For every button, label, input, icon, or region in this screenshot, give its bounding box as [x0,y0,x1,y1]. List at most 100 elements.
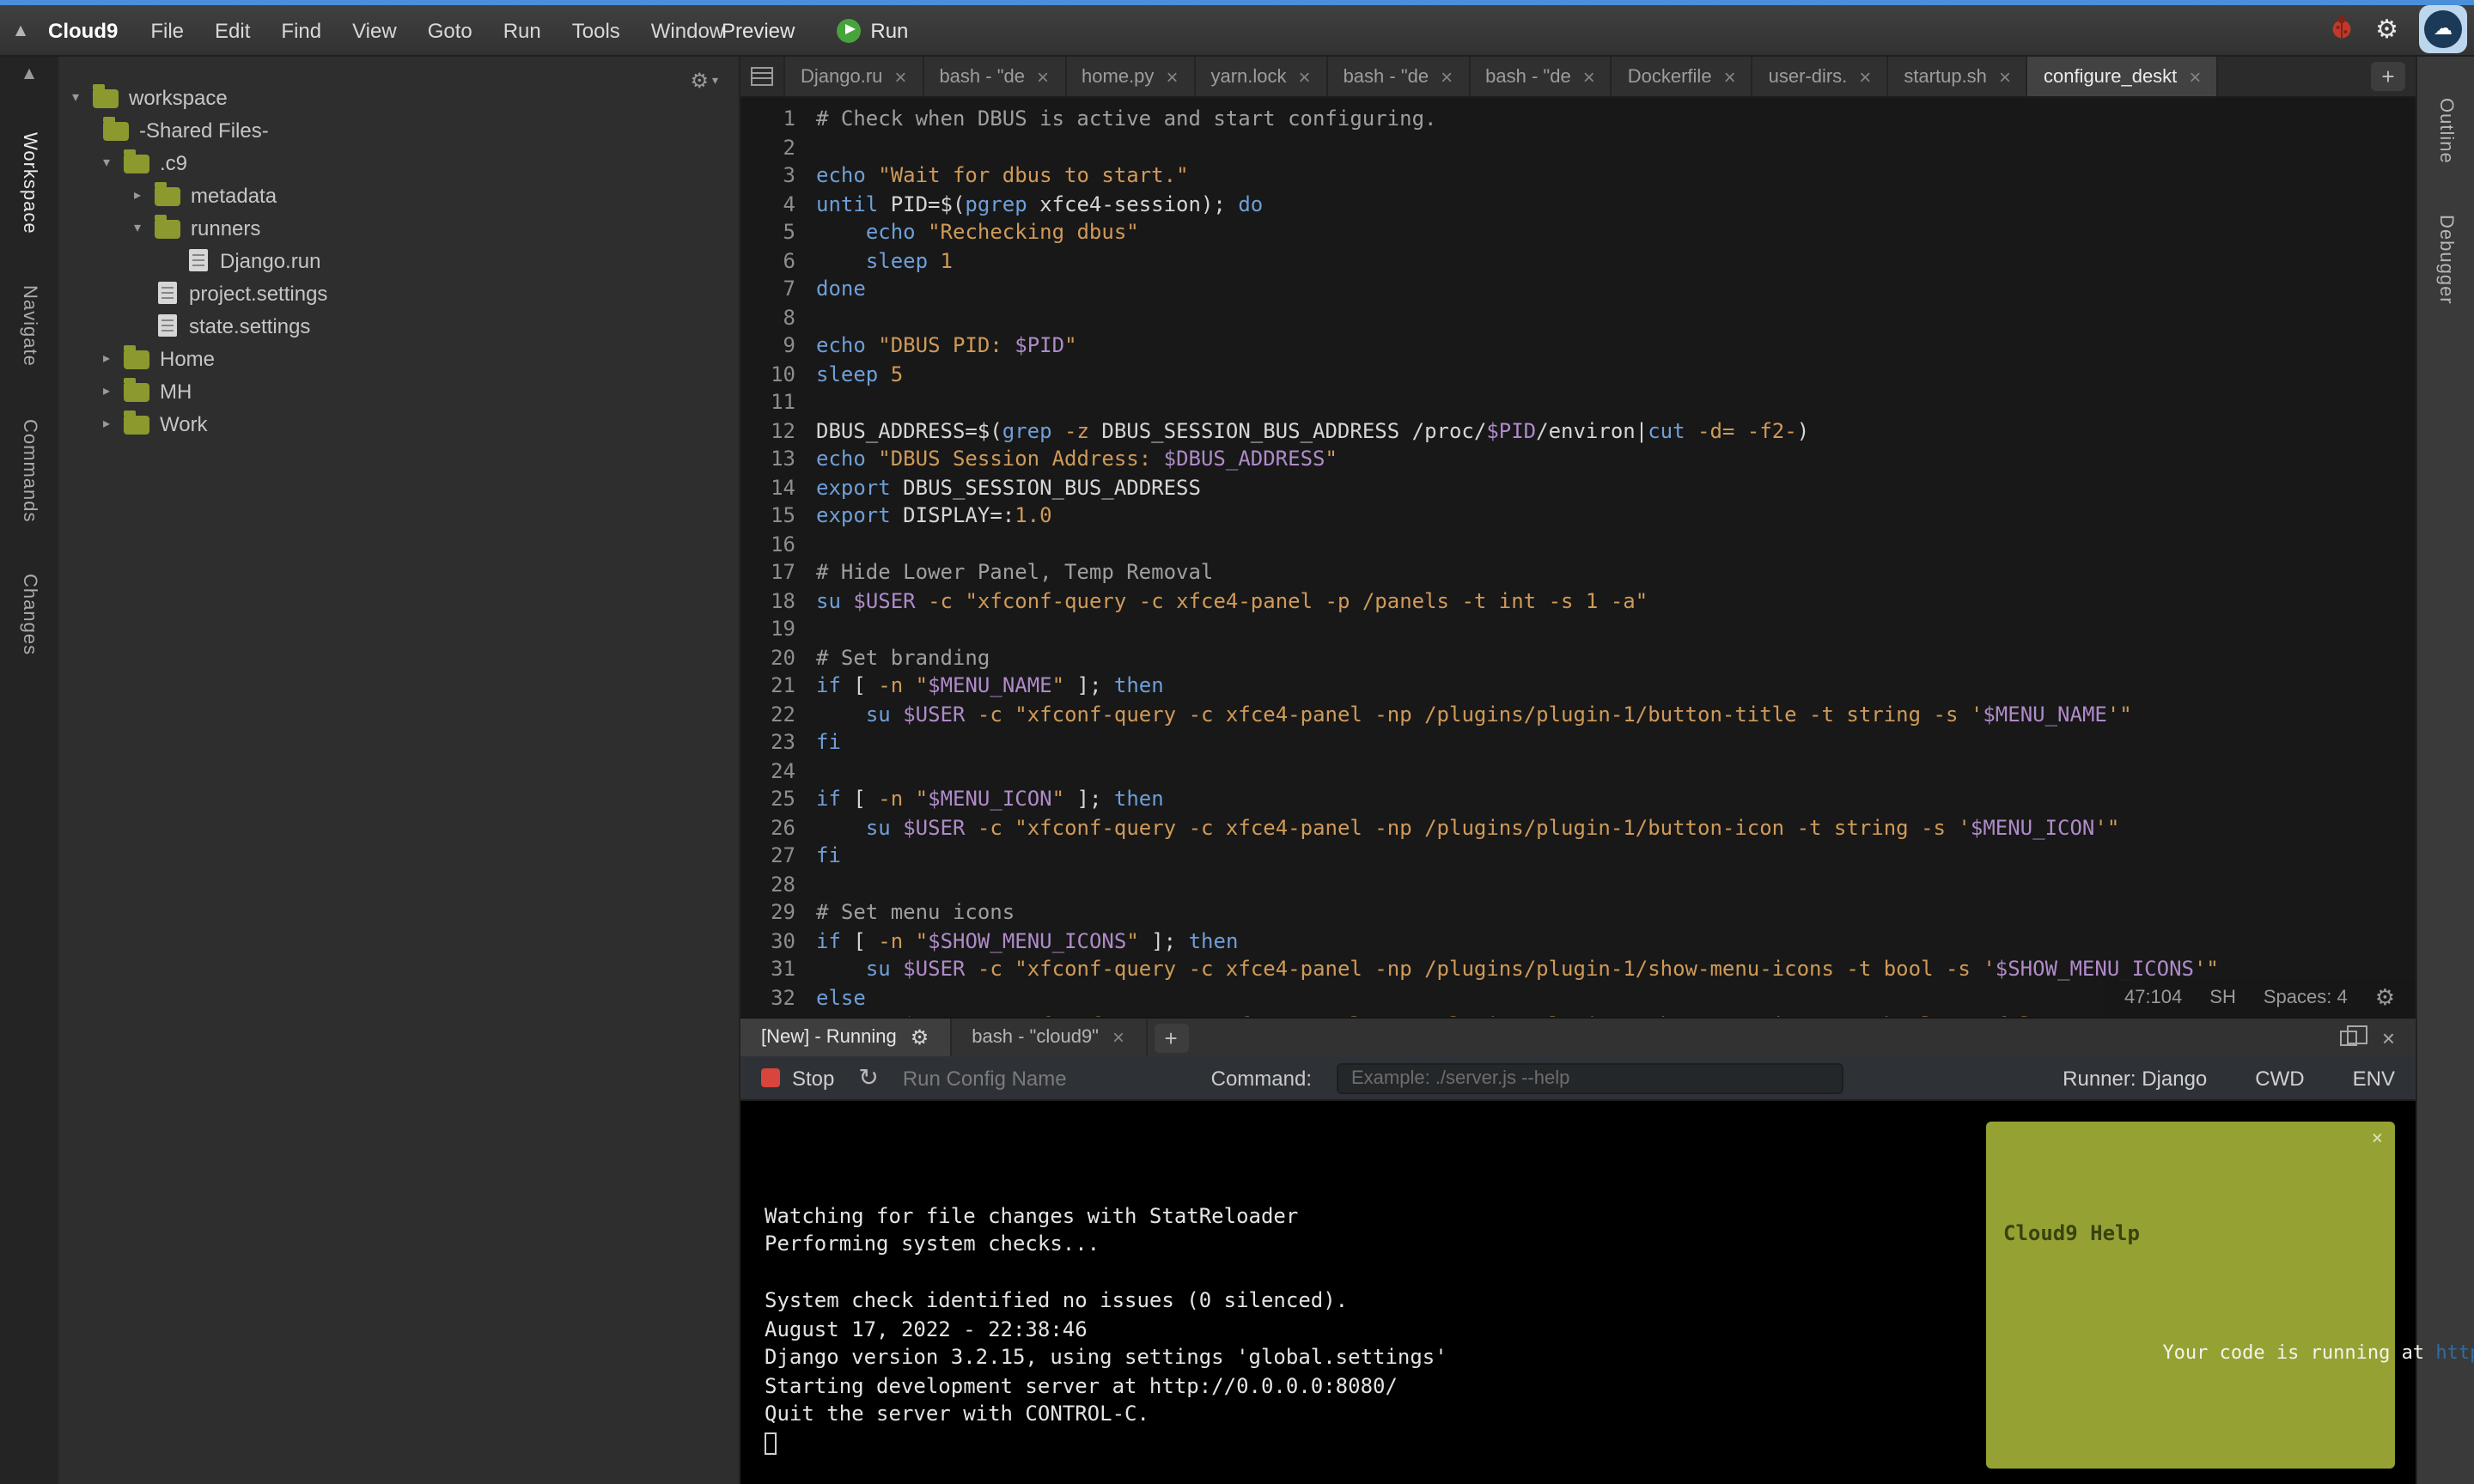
tree-item-project-settings[interactable]: project.settings [58,277,739,309]
editor-tab-bash-de[interactable]: bash - "de× [923,57,1066,96]
tree-item-runners[interactable]: ▾runners [58,211,739,244]
close-tab-icon[interactable]: × [1166,66,1178,87]
line-number: 8 [740,303,816,331]
new-console-tab-button[interactable]: + [1154,1023,1188,1052]
tree-item-mh[interactable]: ▸MH [58,374,739,407]
code-editor[interactable]: 1# Check when DBUS is active and start c… [740,98,2416,1017]
run-button[interactable]: Run [836,18,908,42]
close-tab-icon[interactable]: × [1299,66,1311,87]
env-button[interactable]: ENV [2353,1066,2395,1090]
editor-tab-django-ru[interactable]: Django.ru× [785,57,923,96]
terminal-cursor [765,1432,777,1454]
restart-icon[interactable]: ↻ [858,1064,878,1092]
rail-item-navigate[interactable]: Navigate [19,286,40,368]
menu-file[interactable]: File [135,5,199,55]
stop-button[interactable]: Stop [761,1066,834,1090]
syntax-mode[interactable]: SH [2209,988,2236,1008]
tree-item-c9[interactable]: ▾.c9 [58,146,739,179]
close-tab-icon[interactable]: × [1112,1027,1124,1048]
status-gear-icon[interactable]: ⚙ [2375,985,2395,1011]
rail-item-changes[interactable]: Changes [19,574,40,655]
close-tab-icon[interactable]: × [1441,66,1453,87]
line-number: 13 [740,445,816,473]
editor-tab-yarn-lock[interactable]: yarn.lock × [1195,57,1327,96]
notification-link[interactable]: https://undefined [2435,1341,2474,1363]
console-tab-label: bash - "cloud9" [972,1027,1099,1048]
collab-bug-icon[interactable] [2327,13,2355,44]
line-number: 33 [740,1012,816,1017]
close-tab-icon[interactable]: × [1724,66,1736,87]
chevron-down-icon[interactable]: ▾ [134,220,155,235]
run-label: Run [870,18,908,42]
editor-tab-startup-sh[interactable]: startup.sh× [1888,57,2028,96]
code-text: sleep 1 [816,246,953,275]
editor-tab-home-py[interactable]: home.py× [1066,57,1195,96]
menu-view[interactable]: View [337,5,412,55]
tab-label: yarn.lock [1210,66,1286,87]
close-tab-icon[interactable]: × [1859,66,1871,87]
chevron-right-icon[interactable]: ▸ [134,187,155,203]
editor-tab-user-dirs[interactable]: user-dirs.× [1753,57,1889,96]
maximize-panel-icon[interactable] [2341,1030,2358,1045]
new-tab-button[interactable]: + [2371,62,2405,91]
menu-tools[interactable]: Tools [557,5,636,55]
notification-close-icon[interactable]: × [2372,1125,2383,1153]
rail-item-commands[interactable]: Commands [19,419,40,523]
command-input[interactable] [1336,1062,1843,1093]
terminal-output[interactable]: × Cloud9 Help Your code is running at ht… [740,1101,2416,1484]
rail-item-outline[interactable]: Outline [2435,98,2456,164]
menu-edit[interactable]: Edit [199,5,265,55]
cwd-button[interactable]: CWD [2255,1066,2304,1090]
tree-item-state-settings[interactable]: state.settings [58,309,739,342]
line-number: 2 [740,133,816,161]
tab-list-icon[interactable] [740,57,785,96]
spaces-setting[interactable]: Spaces: 4 [2264,988,2348,1008]
line-number: 24 [740,757,816,785]
rail-item-debugger[interactable]: Debugger [2435,216,2456,306]
editor-tab-bash-de[interactable]: bash - "de× [1328,57,1471,96]
avatar-button[interactable]: ☁ [2419,4,2467,52]
runner-selector[interactable]: Runner: Django [2063,1066,2207,1090]
line-number: 28 [740,870,816,898]
app-menu-cloud9[interactable]: Cloud9 [41,18,135,42]
console-tab-bash-cloud9[interactable]: bash - "cloud9" × [951,1019,1147,1056]
chevron-right-icon[interactable]: ▸ [103,416,124,431]
rail-item-workspace[interactable]: Workspace [19,132,40,234]
chevron-right-icon[interactable]: ▸ [103,383,124,398]
line-number: 3 [740,161,816,190]
editor-tab-dockerfile[interactable]: Dockerfile× [1612,57,1753,96]
tree-item-django-run[interactable]: Django.run [58,244,739,277]
close-tab-icon[interactable]: × [1583,66,1595,87]
menubar-collapse-icon[interactable]: ▲ [0,22,41,38]
chevron-down-icon[interactable]: ▾ [72,89,93,105]
right-rail-items: Outline Debugger [2435,98,2456,305]
tree-item-workspace[interactable]: ▾workspace [58,81,739,113]
preview-button[interactable]: Preview [722,18,795,42]
console-tab-new-running[interactable]: [New] - Running⚙ [740,1019,951,1056]
close-tab-icon[interactable]: × [894,66,906,87]
run-config-name-field[interactable]: Run Config Name [903,1066,1067,1090]
tree-item-metadata[interactable]: ▸metadata [58,179,739,211]
settings-gear-icon[interactable]: ⚙ [2375,13,2398,44]
menu-goto[interactable]: Goto [412,5,488,55]
close-tab-icon[interactable]: × [1037,66,1049,87]
cursor-position[interactable]: 47:104 [2124,988,2182,1008]
stop-label: Stop [792,1066,834,1090]
menu-run[interactable]: Run [488,5,557,55]
chevron-right-icon[interactable]: ▸ [103,350,124,366]
close-tab-icon[interactable]: × [2189,66,2201,87]
tree-item-work[interactable]: ▸Work [58,407,739,440]
close-tab-icon[interactable]: × [1999,66,2011,87]
code-text: done [816,275,866,303]
tree-item-shared-files[interactable]: -Shared Files- [58,113,739,146]
tree-item-home[interactable]: ▸Home [58,342,739,374]
close-panel-icon[interactable]: × [2382,1025,2395,1050]
menu-find[interactable]: Find [265,5,337,55]
editor-tab-bash-de[interactable]: bash - "de× [1470,57,1612,96]
rail-collapse-icon[interactable]: ▲ [24,65,34,81]
editor-tab-configure-deskt[interactable]: configure_deskt× [2028,57,2218,96]
tree-settings-gear-icon[interactable]: ⚙▾ [690,69,718,93]
line-number: 6 [740,246,816,275]
menubar-right: ⚙ ☁ [2327,0,2467,57]
chevron-down-icon[interactable]: ▾ [103,155,124,170]
